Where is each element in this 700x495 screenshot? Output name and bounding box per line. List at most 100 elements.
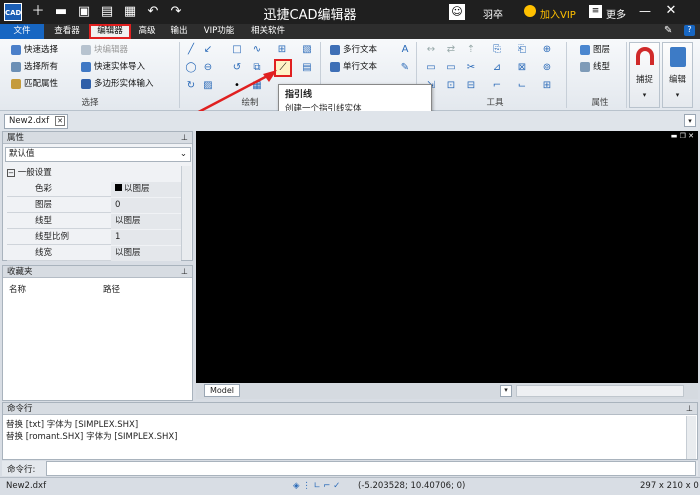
prop-row-linetype-scale[interactable]: 线型比例 1: [7, 230, 181, 245]
line-icon[interactable]: ╱: [184, 43, 198, 57]
edit-button[interactable]: 编辑 ▾: [662, 42, 693, 108]
tool-icon[interactable]: ⌙: [515, 79, 529, 93]
properties-header: 属性 ⊥: [3, 132, 192, 144]
model-tab[interactable]: Model: [204, 384, 240, 397]
more-button[interactable]: 更多: [606, 6, 626, 21]
command-log-line: 替换 [txt] 字体为 [SIMPLEX.SHX]: [6, 420, 139, 430]
menu-output[interactable]: 输出: [166, 24, 192, 39]
tool-icon[interactable]: ⊞: [540, 79, 554, 93]
properties-scrollbar[interactable]: [181, 166, 191, 260]
multiline-text-button[interactable]: 多行文本: [330, 43, 377, 57]
tool-icon[interactable]: ⌐: [490, 79, 504, 93]
quick-import-button[interactable]: 快速实体导入: [81, 60, 145, 74]
select-all-button[interactable]: 选择所有: [11, 60, 58, 74]
layout-dropdown-icon[interactable]: ▾: [500, 385, 512, 397]
tool-icon[interactable]: ✂: [464, 61, 478, 75]
separator: [566, 42, 567, 108]
vertical-scrollbar[interactable]: [686, 145, 698, 383]
polyline-icon[interactable]: ↙: [201, 43, 215, 57]
vip-icon: [524, 5, 536, 17]
properties-dropdown[interactable]: 默认值 ⌄: [5, 147, 191, 162]
drawing-canvas[interactable]: ▬ ❐ ✕ Model ▾: [196, 131, 698, 399]
tool-icon[interactable]: ⊿: [490, 61, 504, 75]
prop-row-layer[interactable]: 图层 0: [7, 198, 181, 213]
pin-icon[interactable]: ⊥: [181, 266, 188, 278]
block-editor-button[interactable]: 块编辑器: [81, 43, 128, 57]
text-edit-icon[interactable]: ✎: [398, 61, 412, 75]
image-icon[interactable]: ▤: [300, 61, 314, 75]
tool-icon[interactable]: ⎘: [490, 43, 504, 57]
tool-icon[interactable]: ⎗: [515, 43, 529, 57]
tool-icon[interactable]: ▭: [444, 61, 458, 75]
properties-panel: 属性 ⊥ 默认值 ⌄ − 一般设置 色彩 以图层 图层 0 线型 以图层 线型比例 1 线…: [2, 131, 193, 261]
command-input[interactable]: [46, 461, 696, 476]
tool-icon[interactable]: ⊠: [515, 61, 529, 75]
prop-row-lineweight[interactable]: 线宽 以图层: [7, 246, 181, 261]
menu-icon[interactable]: ≡: [589, 5, 602, 18]
tool-icon[interactable]: ⊕: [540, 43, 554, 57]
command-panel: 命令行 ⊥ 替换 [txt] 字体为 [SIMPLEX.SHX] 替换 [roma…: [2, 402, 698, 460]
doc-tab[interactable]: New2.dxf ✕: [4, 114, 68, 129]
col-path-header[interactable]: 路径: [103, 283, 120, 295]
tool-icon[interactable]: ⊟: [464, 79, 478, 93]
rectangle-icon[interactable]: □: [230, 43, 244, 57]
section-header[interactable]: − 一般设置: [7, 167, 181, 180]
print-icon[interactable]: ▦: [122, 4, 138, 20]
mtext-icon: [330, 44, 340, 55]
layer-icon: [580, 44, 590, 55]
minimize-icon[interactable]: —: [638, 4, 652, 18]
tool-icon[interactable]: ⇄: [444, 43, 458, 57]
menu-vip[interactable]: VIP功能: [198, 24, 240, 39]
chevron-down-icon: ▾: [675, 91, 680, 99]
save-icon[interactable]: ▣: [76, 4, 92, 20]
open-folder-icon[interactable]: ▬: [53, 4, 69, 20]
canvas-window-controls[interactable]: ▬ ❐ ✕: [671, 132, 694, 140]
snap-toggles[interactable]: ◈ ⋮ ∟ ⌐ ✓: [293, 481, 340, 491]
help-icon[interactable]: ?: [684, 25, 695, 36]
tool-icon[interactable]: ⇡: [464, 43, 478, 57]
tabs-dropdown-icon[interactable]: ▾: [684, 114, 696, 127]
save-as-icon[interactable]: ▤: [99, 4, 115, 20]
group-label-select: 选择: [81, 98, 99, 108]
prop-row-color[interactable]: 色彩 以图层: [7, 182, 181, 197]
block-insert-icon[interactable]: ▧: [300, 43, 314, 57]
select-all-icon: [11, 61, 21, 72]
new-file-icon[interactable]: ＋: [30, 4, 46, 20]
tool-icon[interactable]: ↔: [424, 43, 438, 57]
insert-icon[interactable]: ⊞: [275, 43, 289, 57]
menu-viewer[interactable]: 查看器: [48, 24, 86, 39]
menu-related-software[interactable]: 相关软件: [246, 24, 290, 39]
menu-advanced[interactable]: 高级: [135, 24, 159, 39]
pin-icon[interactable]: ⊥: [181, 132, 188, 144]
join-vip-button[interactable]: 加入VIP: [540, 6, 576, 21]
close-tab-icon[interactable]: ✕: [55, 116, 65, 126]
pen-icon[interactable]: ✎: [664, 25, 672, 36]
linetype-button[interactable]: 线型: [580, 60, 610, 74]
snap-button[interactable]: 捕捉 ▾: [629, 42, 660, 108]
col-name-header[interactable]: 名称: [9, 283, 26, 295]
menu-editor[interactable]: 编辑器: [89, 24, 131, 39]
quick-select-icon: [11, 44, 21, 55]
contact-icon[interactable]: ☺: [449, 4, 465, 20]
tool-icon[interactable]: ▭: [424, 61, 438, 75]
command-scrollbar[interactable]: [686, 416, 696, 459]
layer-button[interactable]: 图层: [580, 43, 610, 57]
quick-select-button[interactable]: 快速选择: [11, 43, 58, 57]
command-input-bar: 命令行:: [2, 461, 698, 476]
collapse-icon[interactable]: −: [7, 169, 15, 177]
close-icon[interactable]: ✕: [664, 3, 678, 19]
spline-icon[interactable]: ∿: [250, 43, 264, 57]
text-style-icon[interactable]: A: [398, 43, 412, 57]
prop-row-linetype[interactable]: 线型 以图层: [7, 214, 181, 229]
redo-icon[interactable]: ↷: [168, 4, 184, 20]
tool-icon[interactable]: ⊡: [444, 79, 458, 93]
tool-icon[interactable]: ⊚: [540, 61, 554, 75]
horizontal-scrollbar[interactable]: [516, 385, 684, 397]
menu-file[interactable]: 文件: [0, 24, 44, 39]
single-text-button[interactable]: 单行文本: [330, 60, 377, 74]
polygon-input-button[interactable]: 多边形实体输入: [81, 77, 154, 91]
match-props-button[interactable]: 匹配属性: [11, 77, 58, 91]
undo-icon[interactable]: ↶: [145, 4, 161, 20]
pin-icon[interactable]: ⊥: [686, 403, 693, 415]
user-name[interactable]: 羽卒: [483, 6, 503, 21]
